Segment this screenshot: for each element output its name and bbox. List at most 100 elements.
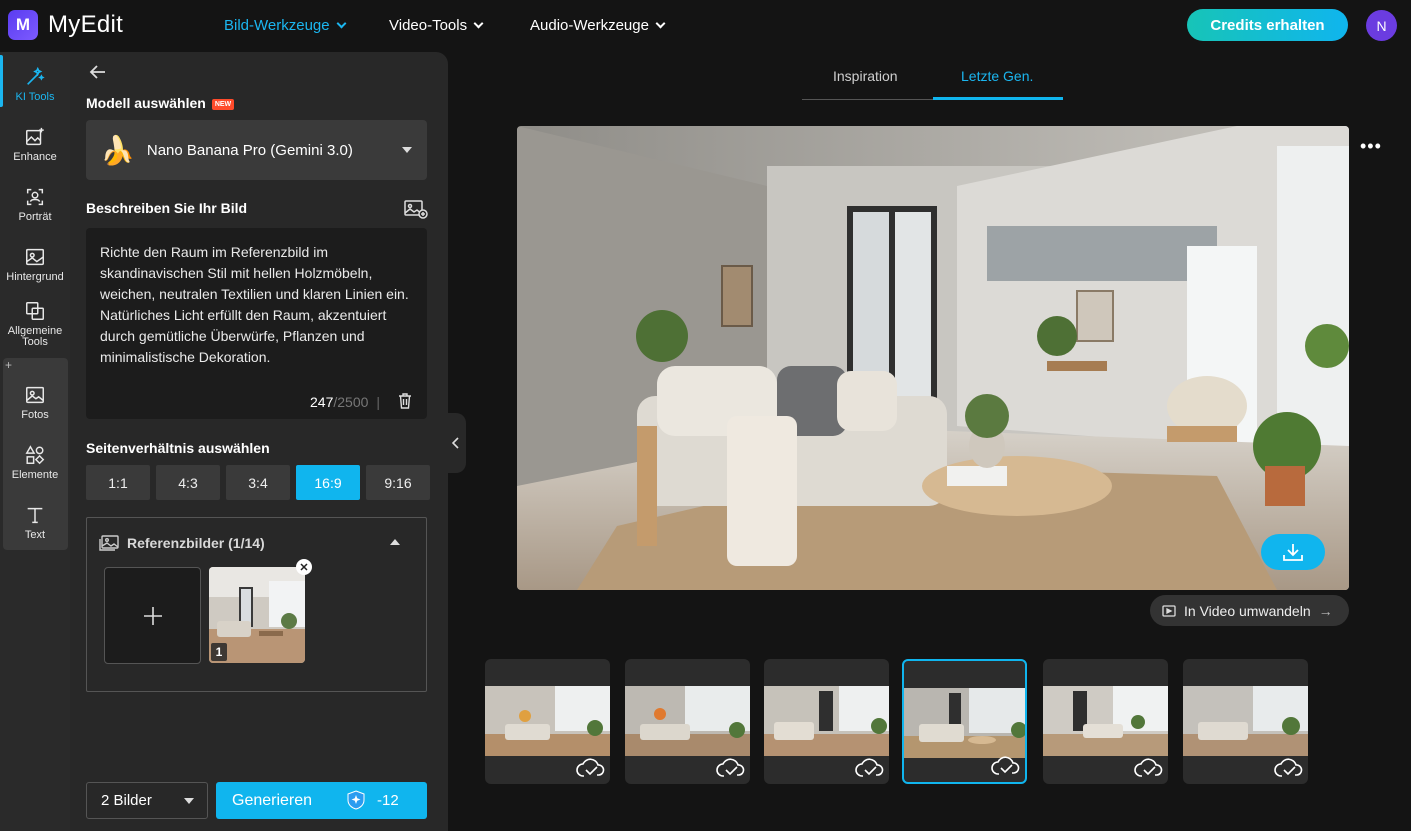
- plus-icon: [143, 606, 162, 625]
- model-label-text: Modell auswählen: [86, 95, 206, 111]
- rail-label: Text: [24, 529, 46, 541]
- image-icon: [99, 535, 119, 551]
- model-value: Nano Banana Pro (Gemini 3.0): [146, 141, 353, 159]
- char-max: /2500: [333, 394, 369, 410]
- prompt-textarea[interactable]: Richte den Raum im Referenzbild im skand…: [86, 228, 427, 419]
- avatar[interactable]: N: [1366, 10, 1397, 41]
- nav-audio-werkzeuge[interactable]: Audio-Werkzeuge: [530, 17, 666, 34]
- chevron-down-icon: [655, 18, 666, 29]
- ratio-3-4-button[interactable]: 3:4: [226, 465, 290, 500]
- tab-letzte-gen[interactable]: Letzte Gen.: [961, 68, 1033, 84]
- text-icon: [27, 507, 43, 524]
- magic-wand-icon: [27, 66, 45, 85]
- add-reference-button[interactable]: [104, 567, 201, 664]
- generated-image[interactable]: [517, 126, 1349, 590]
- chevron-down-icon: [473, 18, 484, 29]
- thumbnail-1[interactable]: [485, 659, 610, 784]
- ratio-label: Seitenverhältnis auswählen: [86, 440, 270, 456]
- model-select[interactable]: 🍌 Nano Banana Pro (Gemini 3.0): [86, 120, 427, 180]
- arrow-right-icon: →: [1318, 602, 1333, 619]
- result-tabs: Inspiration Letzte Gen.: [802, 60, 1063, 100]
- photos-icon: [26, 386, 44, 404]
- reference-thumbnail[interactable]: 1: [209, 567, 305, 663]
- thumbnail-image: [764, 686, 889, 756]
- image-count-value: 2 Bilder: [101, 792, 152, 809]
- thumbnail-3[interactable]: [764, 659, 889, 784]
- reference-label: Referenzbilder (1/14): [127, 535, 265, 551]
- portrait-icon: [26, 188, 44, 206]
- thumbnail-image: [1183, 686, 1308, 756]
- living-room-image: [517, 126, 1349, 590]
- generate-cost: -12: [377, 792, 399, 809]
- ratio-1-1-button[interactable]: 1:1: [86, 465, 150, 500]
- tab-inspiration[interactable]: Inspiration: [833, 68, 898, 84]
- tool-rail: KI Tools Enhance Porträt Hintergrund All…: [0, 52, 70, 831]
- char-count: 247: [310, 394, 334, 410]
- nav-label: Audio-Werkzeuge: [530, 17, 649, 34]
- image-count-select[interactable]: 2 Bilder: [86, 782, 208, 819]
- thumbnail-5[interactable]: [1043, 659, 1168, 784]
- nav-video-tools[interactable]: Video-Tools: [389, 17, 484, 34]
- enhance-icon: [26, 127, 44, 146]
- caret-up-icon[interactable]: [390, 539, 400, 545]
- logo[interactable]: M MyEdit: [8, 10, 123, 40]
- ratio-row: 1:1 4:3 3:4 16:9 9:16: [86, 465, 430, 500]
- cloud-check-icon: [716, 758, 745, 777]
- general-tools-icon: [26, 302, 44, 320]
- credit-shield-icon: [347, 790, 365, 810]
- rail-item-allgemeine-tools[interactable]: Allgemeine Tools: [3, 300, 67, 348]
- top-bar: M MyEdit Bild-Werkzeuge Video-Tools Audi…: [0, 0, 1411, 52]
- prompt-text: Richte den Raum im Referenzbild im skand…: [100, 244, 409, 365]
- ratio-4-3-button[interactable]: 4:3: [156, 465, 220, 500]
- cloud-check-icon: [1274, 758, 1303, 777]
- rail-item-hintergrund[interactable]: Hintergrund: [3, 246, 67, 283]
- rail-label: Hintergrund: [6, 271, 64, 283]
- app-name: MyEdit: [48, 11, 124, 38]
- ratio-16-9-button[interactable]: 16:9: [296, 465, 360, 500]
- more-options-icon[interactable]: •••: [1360, 137, 1382, 155]
- remove-reference-button[interactable]: ✕: [296, 559, 312, 575]
- credits-button[interactable]: Credits erhalten: [1187, 9, 1348, 41]
- banana-icon: 🍌: [100, 134, 135, 166]
- rail-item-elemente[interactable]: Elemente: [3, 444, 67, 481]
- rail-item-text[interactable]: Text: [3, 504, 67, 541]
- cloud-check-icon: [991, 756, 1020, 775]
- chevron-down-icon: [336, 18, 347, 29]
- reference-number: 1: [211, 643, 227, 661]
- thumbnail-image: [485, 686, 610, 756]
- reference-header[interactable]: Referenzbilder (1/14): [99, 535, 265, 551]
- thumbnail-image: [625, 686, 750, 756]
- convert-to-video-button[interactable]: In Video umwandeln →: [1150, 595, 1349, 626]
- back-arrow-icon[interactable]: [88, 62, 108, 82]
- chevron-left-icon: [452, 437, 459, 449]
- thumbnail-6[interactable]: [1183, 659, 1308, 784]
- rail-item-portrait[interactable]: Porträt: [3, 186, 67, 223]
- char-separator: |: [376, 394, 381, 410]
- rail-item-ki-tools[interactable]: KI Tools: [3, 66, 67, 103]
- rail-item-enhance[interactable]: Enhance: [3, 126, 67, 163]
- background-icon: [26, 248, 44, 266]
- logo-mark: M: [8, 10, 38, 40]
- thumbnail-4[interactable]: [902, 659, 1027, 784]
- rail-label: Elemente: [11, 469, 59, 481]
- download-button[interactable]: [1261, 534, 1325, 570]
- ratio-9-16-button[interactable]: 9:16: [366, 465, 430, 500]
- rail-item-fotos[interactable]: Fotos: [3, 384, 67, 421]
- rail-label: Enhance: [13, 151, 57, 163]
- generate-label: Generieren: [232, 791, 313, 809]
- reference-images-box: Referenzbilder (1/14) 1 ✕: [86, 517, 427, 692]
- nav-bild-werkzeuge[interactable]: Bild-Werkzeuge: [224, 17, 347, 34]
- rail-label: KI Tools: [15, 91, 55, 103]
- caret-down-icon: [184, 798, 194, 804]
- convert-to-video-label: In Video umwandeln: [1184, 602, 1311, 619]
- plus-icon[interactable]: +: [5, 358, 12, 372]
- thumbnail-image: [904, 688, 1025, 758]
- generate-button[interactable]: Generieren -12: [216, 782, 427, 819]
- cloud-check-icon: [576, 758, 605, 777]
- rail-label: Fotos: [21, 409, 49, 421]
- rail-label: Porträt: [18, 211, 52, 223]
- trash-icon[interactable]: [398, 393, 412, 409]
- collapse-panel-button[interactable]: [446, 413, 466, 473]
- image-upload-icon[interactable]: [404, 199, 428, 219]
- thumbnail-2[interactable]: [625, 659, 750, 784]
